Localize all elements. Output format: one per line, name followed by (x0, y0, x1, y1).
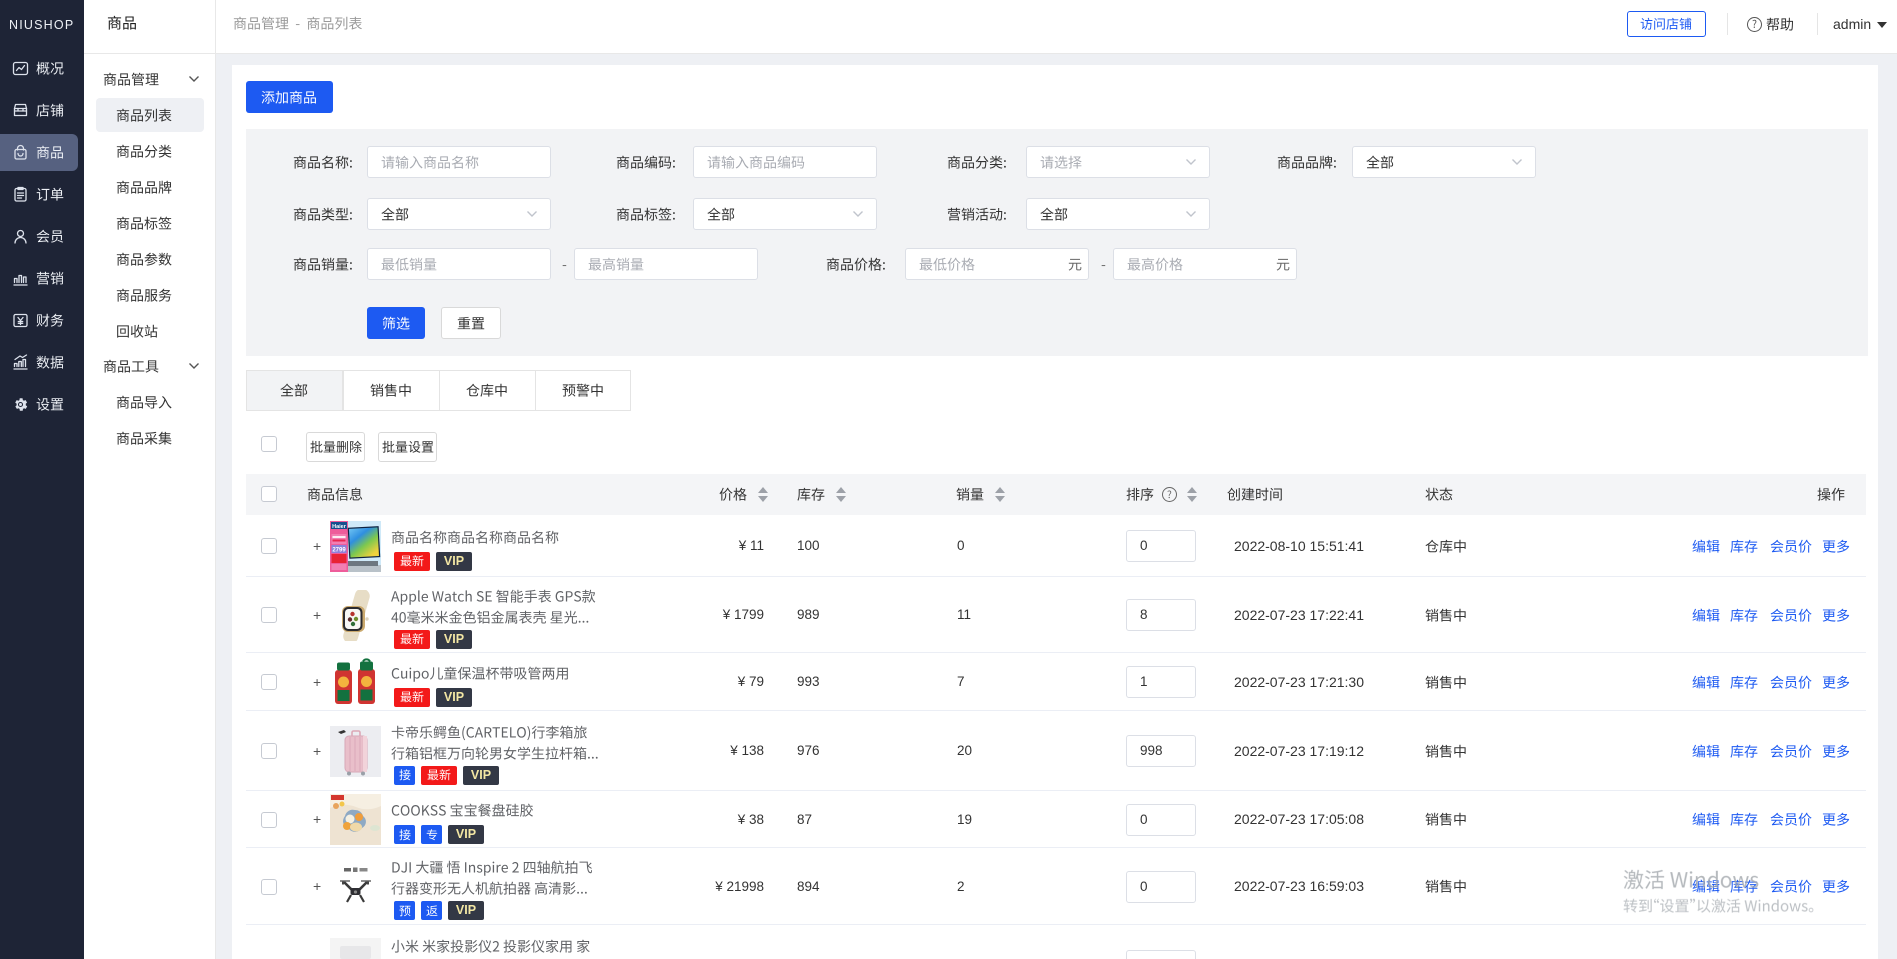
svg-text:2799: 2799 (332, 547, 346, 553)
svg-text:Haier: Haier (332, 524, 347, 530)
